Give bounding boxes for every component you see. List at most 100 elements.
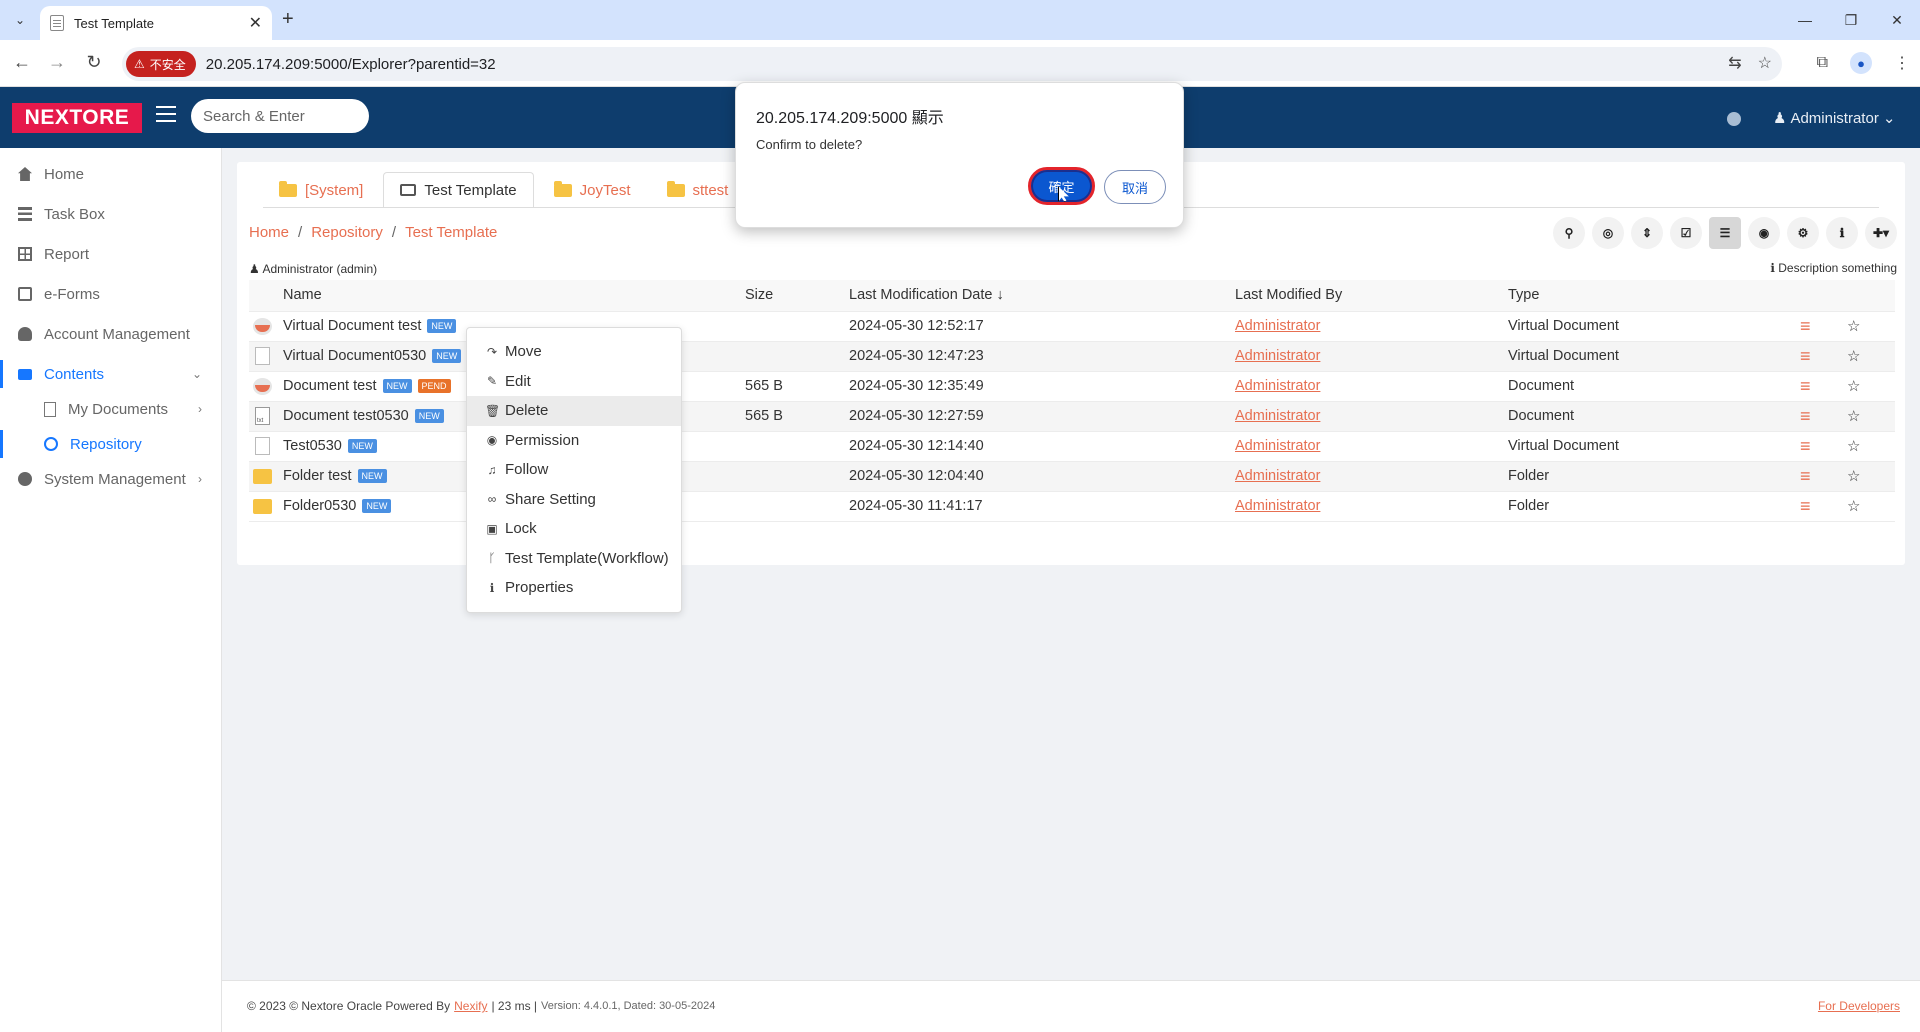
new-tab-icon[interactable]: + bbox=[282, 8, 294, 31]
folder-icon bbox=[279, 180, 297, 197]
menu-item-workflow[interactable]: ᚴ Test Template(Workflow) bbox=[467, 544, 681, 574]
star-icon[interactable]: ☆ bbox=[1847, 498, 1860, 515]
translate-icon[interactable]: ⇆ bbox=[1728, 53, 1741, 73]
star-icon[interactable]: ☆ bbox=[1847, 318, 1860, 335]
menu-item-delete[interactable]: 🗑 Delete bbox=[467, 396, 681, 426]
txt-file-icon bbox=[255, 407, 270, 425]
for-developers-link[interactable]: For Developers bbox=[1818, 999, 1900, 1013]
row-menu-icon[interactable]: ≡ bbox=[1800, 496, 1811, 516]
row-menu-icon[interactable]: ≡ bbox=[1800, 346, 1811, 366]
file-name[interactable]: Virtual Document test bbox=[283, 318, 421, 334]
row-menu-icon[interactable]: ≡ bbox=[1800, 406, 1811, 426]
sort-icon[interactable]: ⇕ bbox=[1631, 217, 1663, 249]
modified-by-link[interactable]: Administrator bbox=[1235, 408, 1320, 424]
row-menu-icon[interactable]: ≡ bbox=[1800, 376, 1811, 396]
menu-item-properties[interactable]: ℹ Properties bbox=[467, 573, 681, 603]
globe-icon[interactable] bbox=[1727, 112, 1741, 126]
sidebar-item-eforms[interactable]: e-Forms bbox=[0, 276, 222, 312]
close-tab-icon[interactable]: ✕ bbox=[249, 13, 262, 33]
sidebar-item-report[interactable]: Report bbox=[0, 236, 222, 272]
star-icon[interactable]: ☆ bbox=[1847, 378, 1860, 395]
info-icon[interactable]: ℹ bbox=[1826, 217, 1858, 249]
tab-search-icon[interactable]: ⌄ bbox=[8, 8, 32, 32]
modified-by-link[interactable]: Administrator bbox=[1235, 498, 1320, 514]
forward-icon[interactable]: → bbox=[45, 52, 69, 73]
menu-item-follow[interactable]: ♫ Follow bbox=[467, 455, 681, 485]
modified-by-link[interactable]: Administrator bbox=[1235, 378, 1320, 394]
breadcrumb-home[interactable]: Home bbox=[249, 224, 289, 241]
column-last-modified-by[interactable]: Last Modified By bbox=[1235, 280, 1508, 312]
list-view-icon[interactable]: ☰ bbox=[1709, 217, 1741, 249]
star-icon[interactable]: ☆ bbox=[1847, 438, 1860, 455]
user-menu[interactable]: ♟ Administrator ⌄ bbox=[1773, 109, 1895, 128]
modified-by-link[interactable]: Administrator bbox=[1235, 348, 1320, 364]
tab-sttest[interactable]: sttest bbox=[651, 172, 745, 208]
sidebar-item-label: Task Box bbox=[44, 205, 105, 223]
tab-system[interactable]: [System] bbox=[263, 172, 379, 208]
modified-by-link[interactable]: Administrator bbox=[1235, 438, 1320, 454]
sidebar-item-contents[interactable]: Contents ⌄ bbox=[0, 356, 222, 392]
profile-icon[interactable]: ● bbox=[1850, 52, 1872, 74]
ok-button[interactable]: 確定 bbox=[1028, 167, 1095, 205]
gear-icon[interactable]: ⚙ bbox=[1787, 217, 1819, 249]
restore-icon[interactable]: ❐ bbox=[1828, 0, 1874, 40]
sidebar-item-system-management[interactable]: System Management › bbox=[0, 461, 222, 497]
column-size[interactable]: Size bbox=[745, 280, 849, 312]
reload-icon[interactable]: ↻ bbox=[82, 52, 106, 73]
column-name[interactable]: Name bbox=[249, 280, 745, 312]
sidebar-item-repository[interactable]: Repository bbox=[0, 426, 222, 462]
url-text[interactable]: 20.205.174.209:5000/Explorer?parentid=32 bbox=[206, 56, 496, 73]
eye-slash-icon[interactable]: ◎ bbox=[1592, 217, 1624, 249]
address-bar[interactable]: ⚠ 不安全 20.205.174.209:5000/Explorer?paren… bbox=[122, 47, 1782, 81]
menu-item-move[interactable]: ↷ Move bbox=[467, 337, 681, 367]
modified-by-link[interactable]: Administrator bbox=[1235, 468, 1320, 484]
add-dropdown-icon[interactable]: ✚▾ bbox=[1865, 217, 1897, 249]
sidebar-item-my-documents[interactable]: My Documents › bbox=[0, 391, 222, 427]
breadcrumb-repository[interactable]: Repository bbox=[311, 224, 383, 241]
check-square-icon[interactable]: ☑ bbox=[1670, 217, 1702, 249]
bookmark-star-icon[interactable]: ☆ bbox=[1758, 53, 1772, 73]
nexify-link[interactable]: Nexify bbox=[454, 999, 487, 1013]
row-menu-icon[interactable]: ≡ bbox=[1800, 316, 1811, 336]
column-last-modification-date[interactable]: Last Modification Date ↓ bbox=[849, 280, 1235, 312]
browser-menu-icon[interactable]: ⋮ bbox=[1894, 53, 1910, 73]
menu-item-permission[interactable]: ◉ Permission bbox=[467, 426, 681, 456]
menu-item-edit[interactable]: ✎ Edit bbox=[467, 367, 681, 397]
row-menu-icon[interactable]: ≡ bbox=[1800, 466, 1811, 486]
file-name[interactable]: Virtual Document0530 bbox=[283, 348, 426, 364]
row-menu-icon[interactable]: ≡ bbox=[1800, 436, 1811, 456]
breadcrumb-current[interactable]: Test Template bbox=[405, 224, 497, 241]
modified-by-link[interactable]: Administrator bbox=[1235, 318, 1320, 334]
column-type[interactable]: Type bbox=[1508, 280, 1800, 312]
star-icon[interactable]: ☆ bbox=[1847, 408, 1860, 425]
sidebar-item-account-management[interactable]: Account Management bbox=[0, 316, 222, 352]
close-window-icon[interactable]: ✕ bbox=[1874, 0, 1920, 40]
tab-test-template[interactable]: Test Template bbox=[383, 172, 534, 208]
user-circle-icon[interactable]: ◉ bbox=[1748, 217, 1780, 249]
menu-item-lock[interactable]: ▣ Lock bbox=[467, 514, 681, 544]
cancel-button[interactable]: 取消 bbox=[1104, 170, 1166, 204]
back-icon[interactable]: ← bbox=[10, 52, 34, 73]
menu-item-share-setting[interactable]: ∞ Share Setting bbox=[467, 485, 681, 515]
file-name[interactable]: Folder0530 bbox=[283, 498, 356, 514]
sidebar-item-task-box[interactable]: Task Box bbox=[0, 196, 222, 232]
extensions-icon[interactable]: ⧉ bbox=[1817, 54, 1828, 72]
search-icon[interactable]: ⚲ bbox=[1553, 217, 1585, 249]
menu-toggle-icon[interactable] bbox=[156, 106, 176, 122]
global-search-input[interactable] bbox=[191, 99, 369, 133]
nextore-logo[interactable]: NEXTORE bbox=[12, 103, 142, 133]
file-date: 2024-05-30 12:35:49 bbox=[849, 371, 1235, 402]
sidebar-item-home[interactable]: Home bbox=[0, 156, 222, 192]
star-icon[interactable]: ☆ bbox=[1847, 348, 1860, 365]
star-icon[interactable]: ☆ bbox=[1847, 468, 1860, 485]
context-menu: ↷ Move ✎ Edit 🗑 Delete ◉ Permission ♫ Fo… bbox=[466, 327, 682, 613]
file-name[interactable]: Folder test bbox=[283, 468, 352, 484]
tab-joytest[interactable]: JoyTest bbox=[538, 172, 647, 208]
browser-tab[interactable]: Test Template ✕ bbox=[40, 6, 272, 40]
file-name[interactable]: Test0530 bbox=[283, 438, 342, 454]
file-name[interactable]: Document test bbox=[283, 378, 377, 394]
file-name[interactable]: Document test0530 bbox=[283, 408, 409, 424]
minimize-icon[interactable]: — bbox=[1782, 0, 1828, 40]
virtual-doc-icon bbox=[253, 377, 272, 395]
insecure-badge[interactable]: ⚠ 不安全 bbox=[126, 51, 196, 77]
